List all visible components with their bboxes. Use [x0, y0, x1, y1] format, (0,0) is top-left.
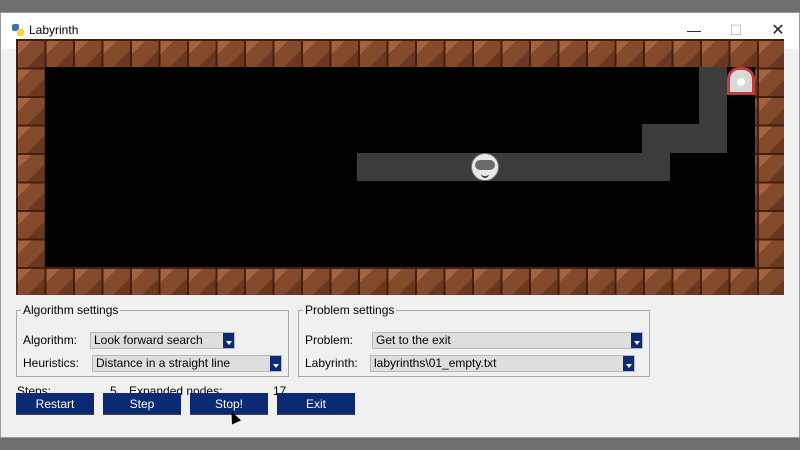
visited-path: [699, 67, 727, 124]
exit-button[interactable]: Exit: [277, 393, 355, 415]
algorithm-select-value: Look forward search: [94, 333, 203, 347]
problem-settings-legend: Problem settings: [305, 303, 395, 317]
minimize-button[interactable]: —: [679, 19, 709, 41]
close-button[interactable]: ✕: [763, 19, 793, 41]
heuristics-select[interactable]: Distance in a straight line: [92, 355, 282, 372]
window-title: Labyrinth: [29, 23, 79, 37]
step-button[interactable]: Step: [103, 393, 181, 415]
problem-select-value: Get to the exit: [376, 333, 451, 347]
labyrinth-select[interactable]: labyrinths\01_empty.txt: [370, 355, 635, 372]
cat-face-icon: [471, 153, 499, 181]
exit-door-icon: [727, 67, 755, 95]
visited-path: [357, 153, 670, 181]
heuristics-select-value: Distance in a straight line: [96, 356, 231, 370]
heuristics-label: Heuristics:: [23, 356, 80, 370]
labyrinth-select-value: labyrinths\01_empty.txt: [374, 356, 497, 370]
chevron-down-icon[interactable]: [270, 356, 281, 371]
algorithm-select[interactable]: Look forward search: [90, 332, 235, 349]
restart-button[interactable]: Restart: [16, 393, 94, 415]
labyrinth-label: Labyrinth:: [305, 356, 358, 370]
python-icon: [12, 24, 24, 36]
chevron-down-icon[interactable]: [631, 333, 642, 348]
algorithm-label: Algorithm:: [23, 333, 78, 347]
problem-label: Problem:: [305, 333, 354, 347]
maximize-button[interactable]: ☐: [721, 19, 751, 41]
visited-path: [642, 124, 727, 153]
problem-select[interactable]: Get to the exit: [372, 332, 643, 349]
chevron-down-icon[interactable]: [623, 356, 634, 371]
algorithm-settings-legend: Algorithm settings: [23, 303, 119, 317]
labyrinth-board: [16, 39, 784, 295]
chevron-down-icon[interactable]: [223, 333, 234, 348]
